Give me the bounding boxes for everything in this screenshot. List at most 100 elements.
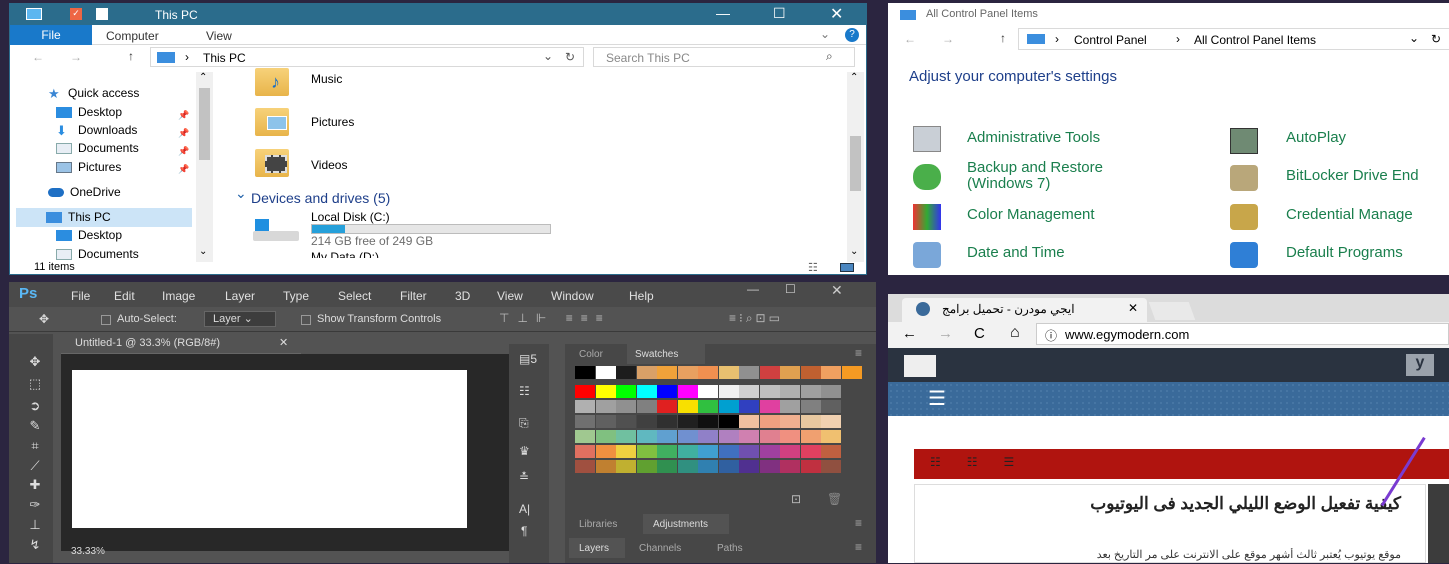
nav-quick-access[interactable]: ★ Quick access <box>48 86 139 104</box>
color-swatch[interactable] <box>595 445 616 458</box>
color-swatch[interactable] <box>595 385 616 398</box>
color-swatch[interactable] <box>575 445 595 458</box>
color-swatch[interactable] <box>780 366 800 379</box>
history-icon[interactable]: ▤5 <box>519 352 537 366</box>
up-arrow-icon[interactable]: ↑ <box>128 49 134 63</box>
autoplay-icon[interactable] <box>1230 128 1258 154</box>
ps-menu-type[interactable]: Type <box>283 289 309 303</box>
dropdown-icon[interactable]: ⌄ <box>1409 31 1419 45</box>
color-swatch[interactable] <box>616 366 636 379</box>
color-swatch[interactable] <box>698 366 718 379</box>
color-swatch[interactable] <box>616 385 636 398</box>
color-swatch[interactable] <box>677 415 698 428</box>
ps-menu-help[interactable]: Help <box>629 289 654 303</box>
panel-menu-icon[interactable]: ≡ <box>855 346 862 360</box>
search-box[interactable]: Search This PC ⌕ <box>593 47 855 67</box>
ps-menu-image[interactable]: Image <box>162 289 195 303</box>
omnibox[interactable]: ⓘ www.egymodern.com <box>1036 323 1449 345</box>
tab-swatches[interactable]: Swatches <box>627 344 705 364</box>
color-swatch[interactable] <box>575 400 595 413</box>
color-swatch[interactable] <box>759 415 780 428</box>
color-swatch[interactable] <box>636 415 657 428</box>
breadcrumb-this-pc[interactable]: This PC <box>203 51 246 65</box>
ps-menu-select[interactable]: Select <box>338 289 371 303</box>
large-icons-view-icon[interactable] <box>840 263 854 272</box>
chevron-down-icon[interactable]: ⌄ <box>235 185 247 202</box>
brush-presets-icon[interactable]: ⎘ <box>519 416 529 431</box>
color-swatch[interactable] <box>636 366 657 379</box>
color-management-icon[interactable] <box>913 204 941 230</box>
pin-icon[interactable]: 📌 <box>178 146 189 157</box>
color-swatch[interactable] <box>657 460 677 473</box>
ps-menu-3d[interactable]: 3D <box>455 289 470 303</box>
home-icon[interactable]: ⌂ <box>1010 324 1020 342</box>
color-swatch[interactable] <box>821 430 841 443</box>
cp-item-color-management[interactable]: Color Management <box>967 206 1095 223</box>
color-swatch[interactable] <box>759 430 780 443</box>
color-swatch[interactable] <box>616 400 636 413</box>
cp-item-default-programs[interactable]: Default Programs <box>1286 244 1403 261</box>
stamp-tool-icon[interactable]: ⊥ <box>23 517 47 537</box>
nav-pictures[interactable]: Pictures <box>56 160 121 178</box>
align-icons[interactable]: ⊤⊥⊩ ≡≡≡ <box>499 311 611 325</box>
cp-item-backup[interactable]: Backup and Restore (Windows 7) <box>967 160 1167 192</box>
nav-onedrive[interactable]: OneDrive <box>48 185 121 203</box>
color-swatch[interactable] <box>677 400 698 413</box>
color-swatch[interactable] <box>677 366 698 379</box>
minimize-button[interactable]: — <box>716 5 730 21</box>
color-swatch[interactable] <box>698 430 718 443</box>
color-swatch[interactable] <box>821 445 841 458</box>
color-swatch[interactable] <box>575 366 595 379</box>
search-icon[interactable]: ⌕ <box>826 49 833 64</box>
tab-channels[interactable]: Channels <box>639 543 681 554</box>
eyedropper-tool-icon[interactable]: ⟋ <box>23 458 47 478</box>
tab-file[interactable]: File <box>10 25 92 45</box>
back-arrow-icon[interactable]: ← <box>32 50 44 64</box>
color-swatch[interactable] <box>698 445 718 458</box>
new-tab-button[interactable] <box>1148 302 1196 320</box>
folder-videos[interactable]: Videos <box>311 158 347 172</box>
address-bar[interactable]: › This PC ⌄ ↻ <box>150 47 584 67</box>
checkbox[interactable] <box>301 315 311 325</box>
doc-tab[interactable]: Untitled-1 @ 33.3% (RGB/8#) ✕ <box>61 334 301 354</box>
checkbox[interactable] <box>101 315 111 325</box>
canvas[interactable] <box>72 370 467 528</box>
checkmark-icon[interactable]: ✓ <box>70 8 82 20</box>
close-button[interactable]: ✕ <box>831 282 843 299</box>
color-swatch[interactable] <box>780 445 800 458</box>
videos-folder-icon[interactable] <box>255 149 289 177</box>
color-swatch[interactable] <box>636 460 657 473</box>
color-swatch[interactable] <box>821 366 841 379</box>
color-swatch[interactable] <box>800 366 821 379</box>
forward-arrow-icon[interactable]: → <box>938 325 953 342</box>
color-swatch[interactable] <box>698 400 718 413</box>
color-swatch[interactable] <box>780 400 800 413</box>
color-swatch[interactable] <box>657 415 677 428</box>
up-arrow-icon[interactable]: ↑ <box>1000 31 1006 45</box>
color-swatch[interactable] <box>800 445 821 458</box>
tab-adjustments[interactable]: Adjustments <box>643 514 729 534</box>
devices-section-header[interactable]: Devices and drives (5) <box>251 190 390 206</box>
color-swatch[interactable] <box>800 400 821 413</box>
ps-menu-layer[interactable]: Layer <box>225 289 255 303</box>
color-swatch[interactable] <box>636 400 657 413</box>
color-swatch[interactable] <box>698 460 718 473</box>
color-swatch[interactable] <box>759 400 780 413</box>
color-swatch[interactable] <box>739 385 759 398</box>
color-swatch[interactable] <box>821 385 841 398</box>
ps-menu-filter[interactable]: Filter <box>400 289 427 303</box>
new-swatch-icon[interactable]: ⊡ <box>791 492 801 506</box>
color-swatch[interactable] <box>800 415 821 428</box>
color-swatch[interactable] <box>575 385 595 398</box>
folder-music[interactable]: Music <box>311 72 342 86</box>
details-view-icon[interactable]: ☷ <box>808 261 818 274</box>
color-swatch[interactable] <box>677 430 698 443</box>
color-swatch[interactable] <box>759 385 780 398</box>
scrollbar-thumb[interactable] <box>199 88 210 160</box>
info-icon[interactable]: ⓘ <box>1045 327 1057 344</box>
color-swatch[interactable] <box>657 385 677 398</box>
dropdown-icon[interactable]: ⌄ <box>543 49 553 63</box>
quick-select-tool-icon[interactable]: ✎ <box>23 418 47 438</box>
adjust-icon[interactable]: ≛ <box>519 470 529 484</box>
breadcrumb-all-items[interactable]: All Control Panel Items <box>1194 33 1316 47</box>
